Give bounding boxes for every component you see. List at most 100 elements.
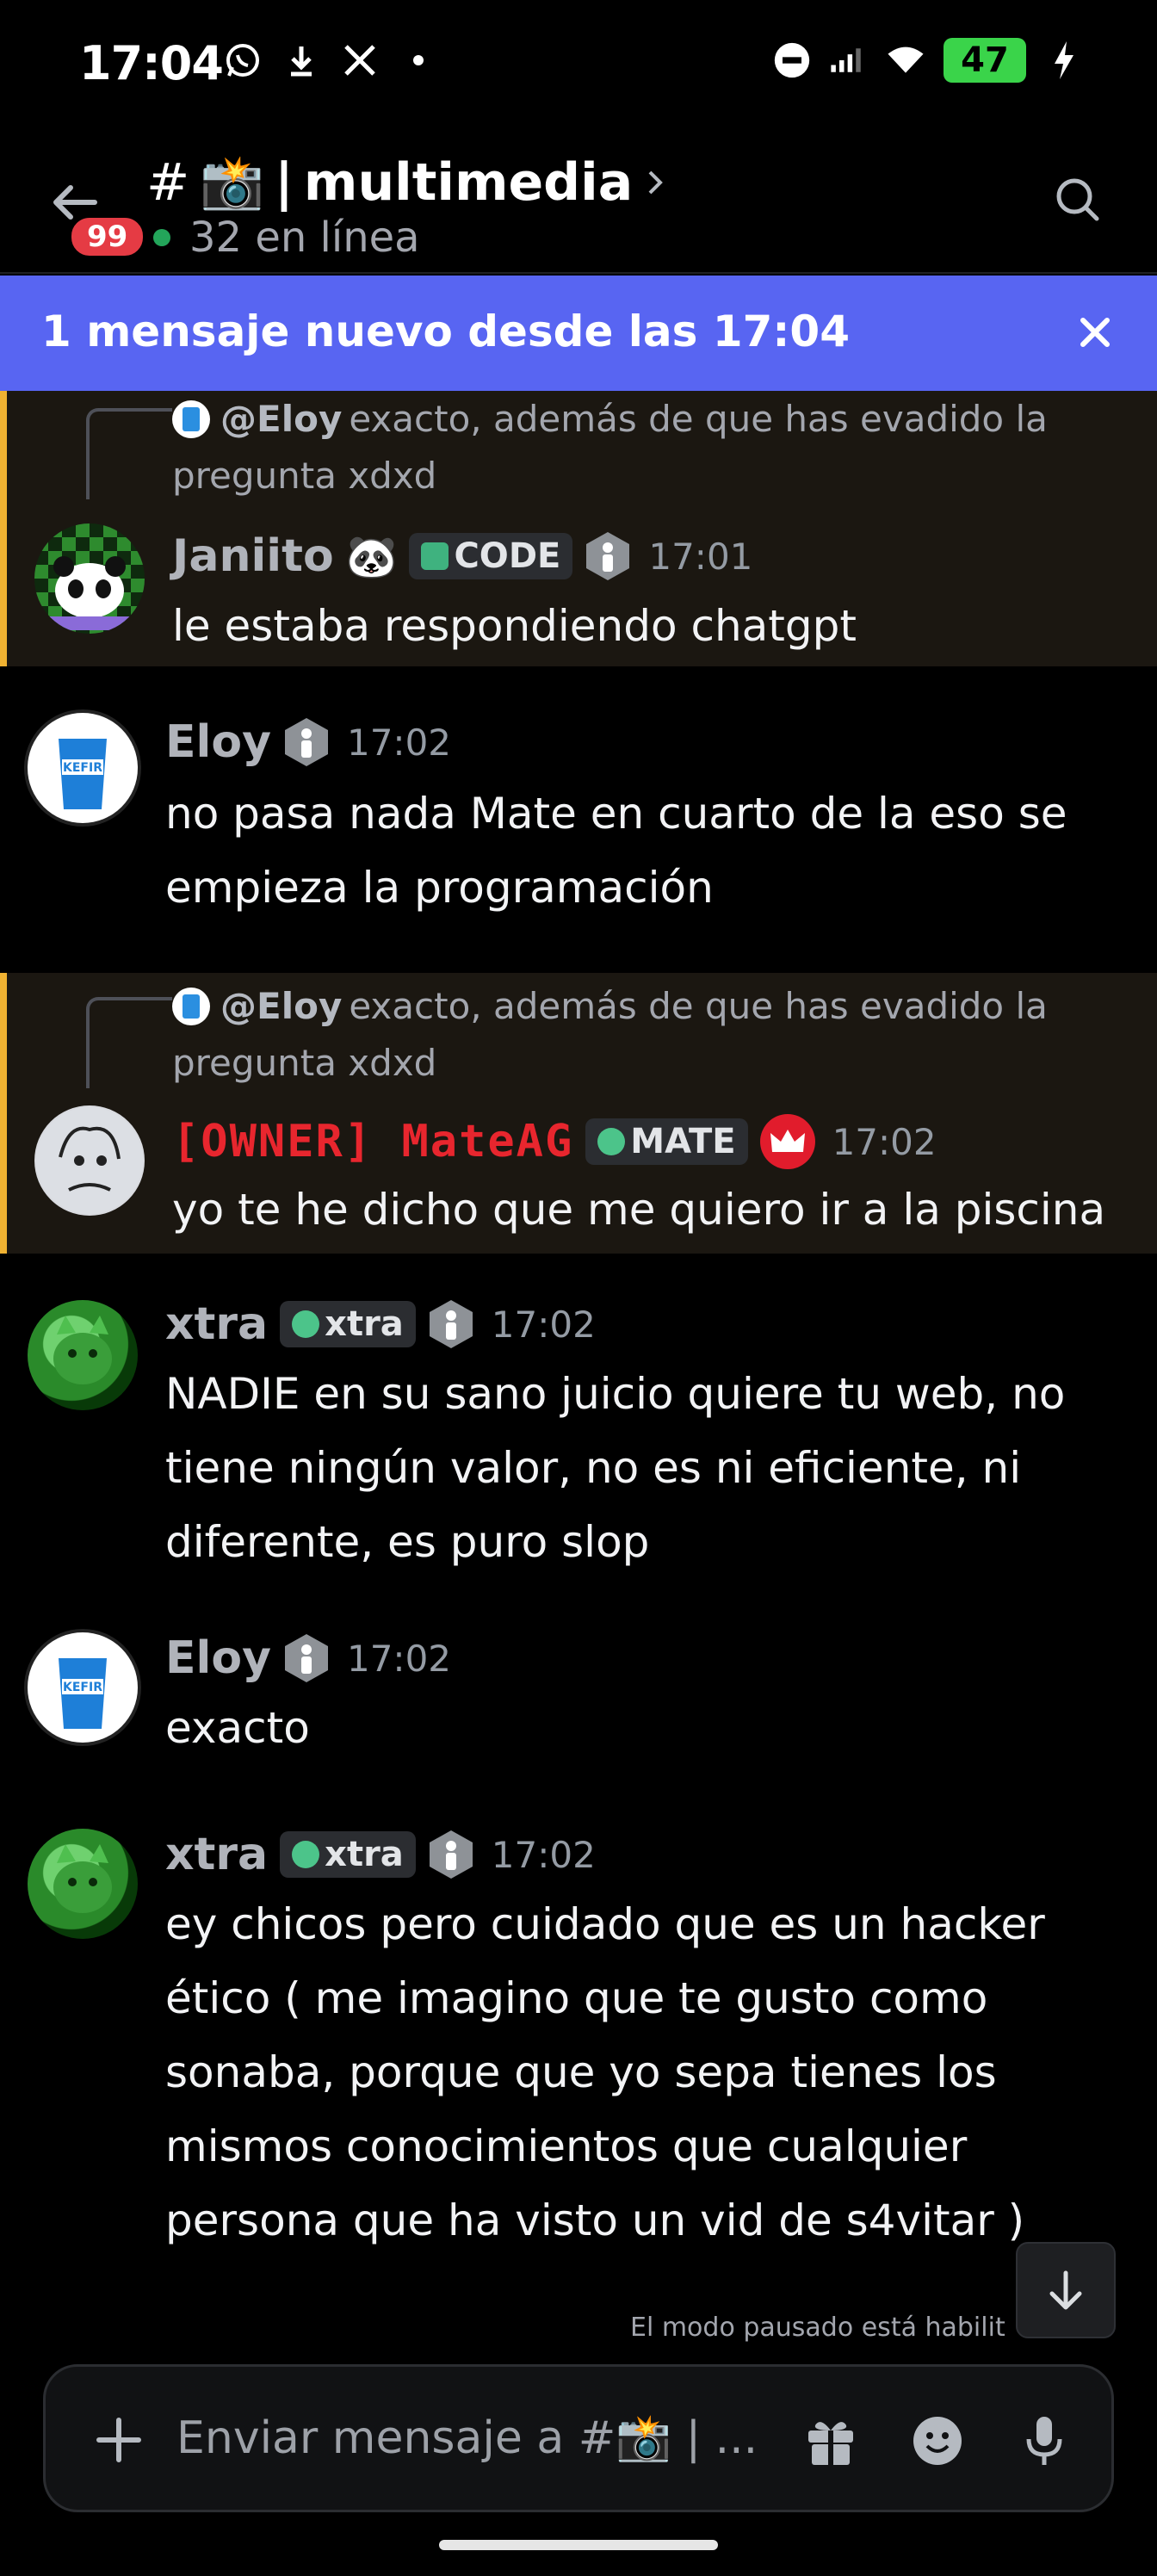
status-bar: 17:04 47 [0, 0, 1157, 129]
reply-author: @Eloy [220, 398, 343, 440]
whatsapp-icon [224, 41, 262, 79]
author-name[interactable]: xtra [165, 1829, 268, 1880]
unread-mentions-badge: 99 [67, 214, 148, 260]
wifi-icon [887, 41, 925, 79]
message-item[interactable]: xtra xtra 17:02 ey chicos pero cuidado q… [0, 1825, 1157, 2264]
chevron-right-icon [648, 170, 664, 194]
drawing-avatar-icon [36, 1107, 143, 1214]
server-tag-label: MATE [630, 1122, 736, 1161]
message-header: Janiito 🐼 CODE 17:01 [172, 530, 752, 582]
svg-text:KEFIR: KEFIR [63, 1681, 102, 1694]
home-indicator[interactable] [439, 2540, 718, 2550]
message-header: [OWNER] MateAG MATE 17:02 [172, 1114, 937, 1169]
svg-text:KEFIR: KEFIR [63, 761, 102, 775]
server-tag[interactable]: xtra [280, 1831, 416, 1878]
status-time: 17:04 [79, 36, 224, 90]
reply-connector [86, 997, 172, 1088]
timestamp: 17:02 [832, 1120, 937, 1163]
message-content: no pasa nada Mate en cuarto de la eso se… [165, 789, 1067, 913]
kefir-avatar-icon: KEFIR [29, 715, 136, 821]
status-notification-icons [224, 41, 437, 79]
avatar[interactable] [28, 1300, 138, 1410]
avatar[interactable] [34, 1105, 145, 1216]
status-system-icons: 47 [773, 38, 1083, 83]
charging-icon [1045, 41, 1083, 79]
gift-icon [808, 2422, 853, 2465]
author-name[interactable]: xtra [165, 1298, 268, 1350]
message-item[interactable]: @Eloy exacto, además de que has evadido l… [0, 973, 1157, 1254]
search-icon [1056, 178, 1099, 221]
role-icon [585, 530, 631, 582]
new-messages-banner[interactable]: 1 mensaje nuevo desde las 17:04 [0, 276, 1157, 391]
download-icon [282, 41, 320, 79]
server-tag[interactable]: CODE [409, 533, 573, 579]
timestamp: 17:02 [346, 1637, 452, 1680]
role-icon [283, 1632, 330, 1684]
new-messages-text: 1 mensaje nuevo desde las 17:04 [41, 307, 850, 356]
slowmode-note: El modo pausado está habilit [630, 2313, 1005, 2343]
message-header: Eloy 17:02 [165, 716, 451, 768]
panda-avatar-icon [43, 556, 136, 630]
online-text: 32 en línea [189, 214, 420, 262]
author-name[interactable]: [OWNER] MateAG [172, 1116, 573, 1167]
role-icon [428, 1298, 474, 1350]
author-name[interactable]: Eloy [165, 716, 271, 768]
timestamp: 17:02 [491, 1303, 596, 1346]
channel-separator: | [275, 152, 294, 213]
message-content: le estaba respondiendo chatgpt [172, 601, 857, 651]
avatar[interactable]: KEFIR [28, 713, 138, 823]
message-header: xtra xtra 17:02 [165, 1829, 596, 1880]
close-banner-button[interactable] [1067, 305, 1123, 360]
voice-message-button[interactable] [1013, 2410, 1075, 2472]
attach-button[interactable] [87, 2408, 151, 2472]
channel-title[interactable]: # 📸 | multimedia [146, 152, 669, 213]
arrow-down-icon [1049, 2270, 1082, 2310]
message-item[interactable]: KEFIR Eloy 17:02 no pasa nada Mate en cu… [0, 708, 1157, 923]
server-tag[interactable]: MATE [585, 1118, 748, 1165]
message-item[interactable]: xtra xtra 17:02 NADIE en su sano juicio … [0, 1297, 1157, 1607]
server-tag-label: CODE [454, 536, 561, 576]
flame-icon [597, 1128, 626, 1155]
server-tag-label: xtra [325, 1835, 404, 1874]
server-tag[interactable]: xtra [280, 1301, 416, 1347]
role-icon [428, 1829, 474, 1880]
online-status-icon [153, 229, 170, 246]
smiley-icon [913, 2417, 962, 2465]
timestamp: 17:01 [648, 535, 753, 578]
message-item[interactable]: KEFIR Eloy 17:02 exacto [0, 1632, 1157, 1784]
reply-avatar [172, 400, 210, 438]
signal-icon [830, 41, 868, 79]
dnd-icon [773, 41, 811, 79]
online-count: 32 en línea [153, 214, 420, 262]
message-input[interactable]: Enviar mensaje a #📸 | ... [176, 2412, 805, 2464]
jump-to-bottom-button[interactable] [1016, 2242, 1116, 2338]
message-header: xtra xtra 17:02 [165, 1298, 596, 1350]
author-name[interactable]: Eloy [165, 1632, 271, 1684]
microphone-icon [1026, 2417, 1062, 2465]
reply-reference[interactable]: @Eloy exacto, además de que has evadido l… [172, 391, 1136, 505]
channel-name: multimedia [303, 152, 634, 213]
reply-avatar [172, 988, 210, 1025]
gift-button[interactable] [800, 2410, 862, 2472]
message-composer: Enviar mensaje a #📸 | ... [43, 2364, 1114, 2512]
x-icon [341, 41, 379, 79]
message-item[interactable]: @Eloy exacto, además de que has evadido l… [0, 391, 1157, 666]
message-content: exacto [165, 1703, 310, 1753]
emoji-button[interactable] [906, 2410, 968, 2472]
author-emoji: 🐼 [345, 532, 398, 581]
channel-emoji: 📸 [200, 152, 264, 213]
reply-reference[interactable]: @Eloy exacto, además de que has evadido l… [172, 978, 1136, 1092]
crown-icon [759, 1114, 815, 1169]
avatar[interactable] [34, 523, 145, 634]
message-header: Eloy 17:02 [165, 1632, 451, 1684]
search-button[interactable] [1050, 172, 1105, 227]
role-icon [283, 716, 330, 768]
channel-header: 99 # 📸 | multimedia 32 en línea [0, 129, 1157, 274]
leaf-icon [421, 542, 449, 570]
close-icon [1080, 318, 1110, 347]
avatar[interactable]: KEFIR [28, 1632, 138, 1743]
battery-icon: 47 [944, 38, 1026, 83]
avatar[interactable] [28, 1829, 138, 1939]
author-name[interactable]: Janiito [172, 530, 334, 582]
timestamp: 17:02 [491, 1833, 596, 1876]
